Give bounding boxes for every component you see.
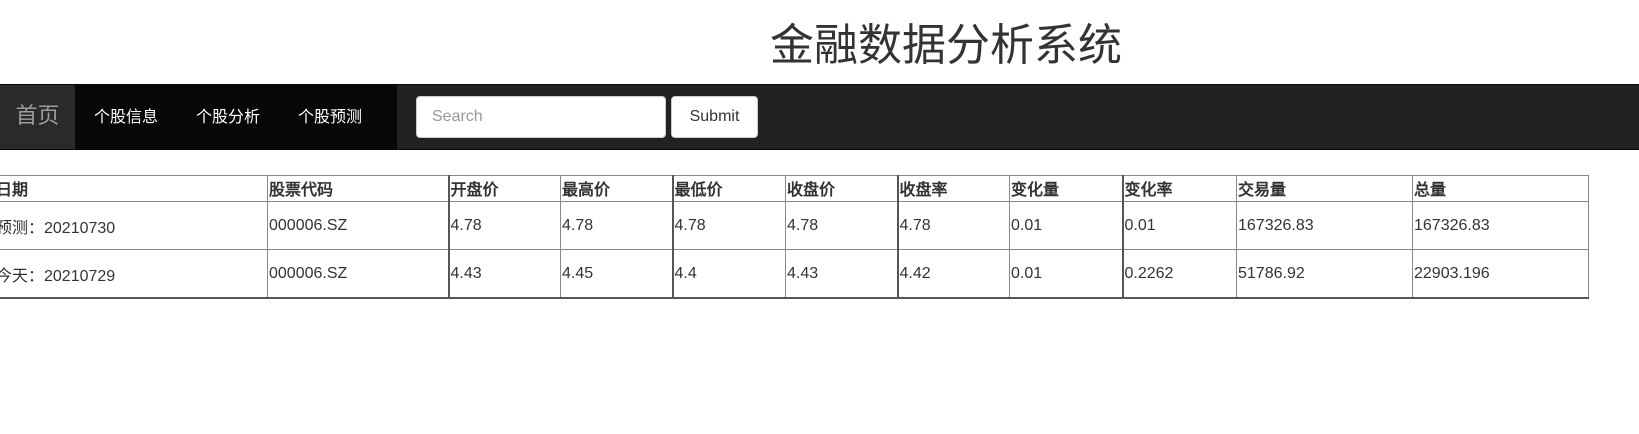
table-cell: 22903.196 <box>1412 249 1589 299</box>
table-row: 今天：20210729 000006.SZ 4.43 4.45 4.4 4.43… <box>0 249 1589 299</box>
column-header-change-rate: 变化率 <box>1121 175 1237 202</box>
table-row: 预测：20210730 000006.SZ 4.78 4.78 4.78 4.7… <box>0 201 1589 250</box>
table-cell: 000006.SZ <box>267 201 449 250</box>
table-cell: 4.78 <box>896 201 1010 250</box>
column-header-low: 最低价 <box>671 175 786 202</box>
table-cell: 4.45 <box>560 249 673 299</box>
column-header-high: 最高价 <box>560 175 673 202</box>
table-cell: 167326.83 <box>1236 201 1413 250</box>
table-cell: 51786.92 <box>1236 249 1413 299</box>
table-cell: 4.78 <box>785 201 898 250</box>
nav-item-stock-prediction[interactable]: 个股预测 <box>279 85 381 149</box>
nav-item-stock-analysis[interactable]: 个股分析 <box>177 85 279 149</box>
column-header-total: 总量 <box>1412 175 1589 202</box>
nav-home-link[interactable]: 首页 <box>0 85 75 149</box>
table-cell: 0.2262 <box>1121 249 1237 299</box>
column-header-open: 开盘价 <box>447 175 561 202</box>
table-cell: 今天：20210729 <box>0 249 268 299</box>
column-header-close-rate: 收盘率 <box>896 175 1010 202</box>
column-header-volume: 交易量 <box>1236 175 1413 202</box>
table-cell: 0.01 <box>1121 201 1237 250</box>
column-header-stock-code: 股票代码 <box>267 175 449 202</box>
table-header-row: 日期 股票代码 开盘价 最高价 最低价 收盘价 收盘率 变化量 变化率 交易量 … <box>0 175 1589 202</box>
nav-item-stock-info[interactable]: 个股信息 <box>75 85 177 149</box>
column-header-close: 收盘价 <box>785 175 898 202</box>
table-cell: 167326.83 <box>1412 201 1589 250</box>
stock-data-table: 日期 股票代码 开盘价 最高价 最低价 收盘价 收盘率 变化量 变化率 交易量 … <box>0 175 1589 299</box>
table-cell: 0.01 <box>1009 249 1123 299</box>
table-cell: 0.01 <box>1009 201 1123 250</box>
navbar: 首页 个股信息 个股分析 个股预测 Submit <box>0 84 1639 150</box>
table-cell: 4.43 <box>447 249 561 299</box>
column-header-date: 日期 <box>0 175 268 202</box>
table-cell: 000006.SZ <box>267 249 449 299</box>
submit-button[interactable]: Submit <box>671 96 758 138</box>
table-cell: 4.43 <box>785 249 898 299</box>
site-title-text: 金融数据分析系统 <box>770 20 1122 71</box>
nav-menu: 个股信息 个股分析 个股预测 <box>75 85 397 149</box>
page: 金融数据分析系统 首页 个股信息 个股分析 个股预测 Submit 日期 股票代… <box>0 0 1639 434</box>
table-cell: 4.78 <box>447 201 561 250</box>
table-cell: 4.78 <box>560 201 673 250</box>
table-cell: 预测：20210730 <box>0 201 268 250</box>
site-title: 金融数据分析系统 <box>0 16 1639 76</box>
search-input[interactable] <box>416 96 666 138</box>
table-cell: 4.4 <box>671 249 786 299</box>
table-cell: 4.42 <box>896 249 1010 299</box>
column-header-change: 变化量 <box>1009 175 1123 202</box>
table-cell: 4.78 <box>671 201 786 250</box>
